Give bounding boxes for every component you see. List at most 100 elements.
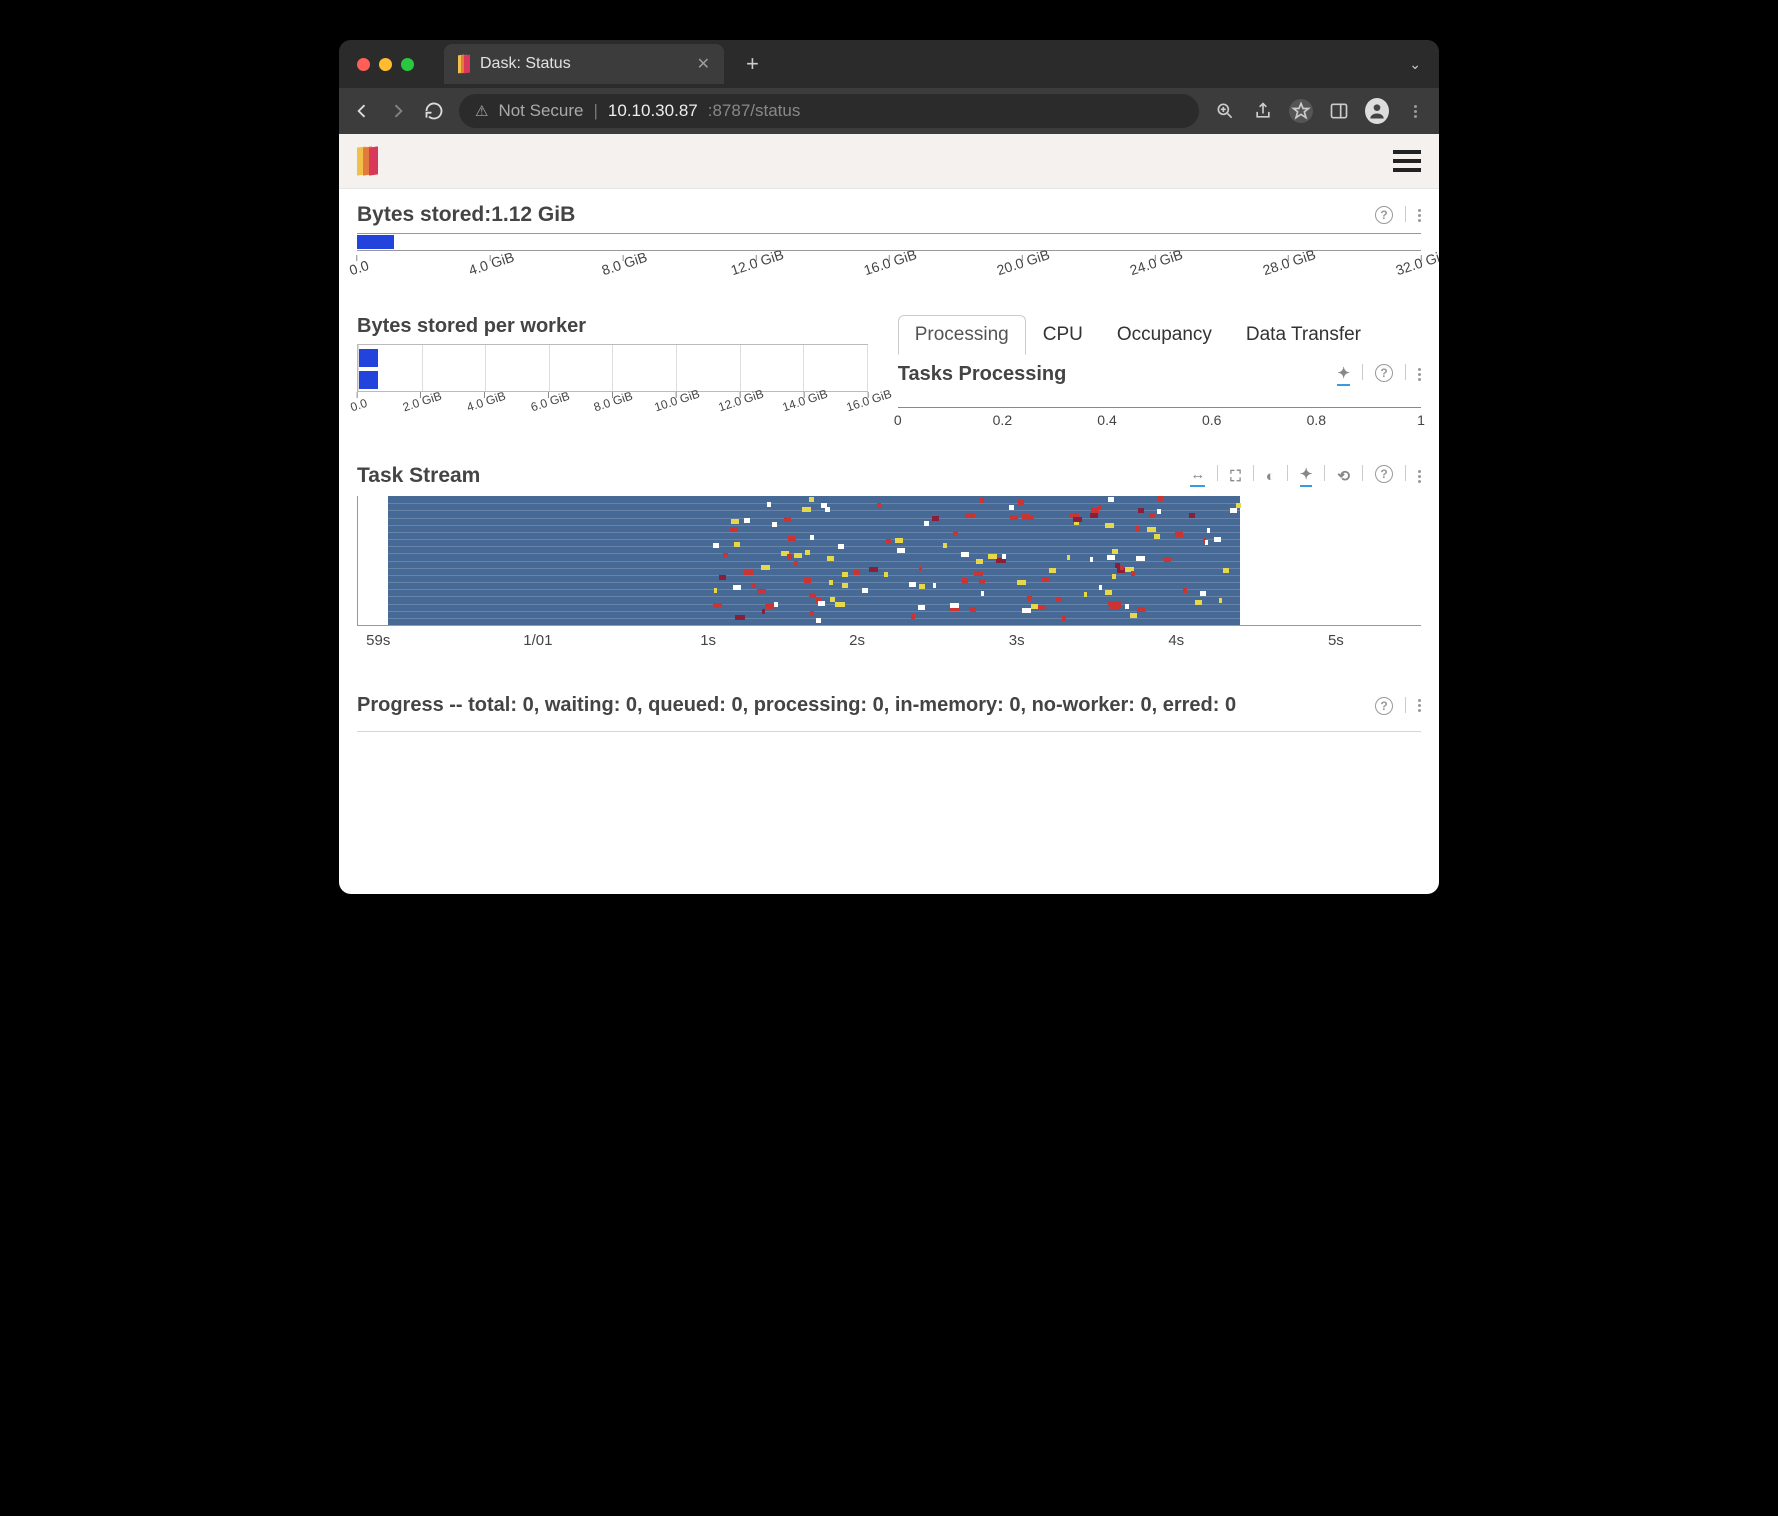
task-event (988, 554, 997, 559)
task-event (751, 583, 756, 588)
plot-menu-icon[interactable] (1418, 697, 1421, 715)
tab-data-transfer[interactable]: Data Transfer (1229, 315, 1378, 355)
task-stream-label: Task Stream (357, 464, 480, 488)
task-event (1067, 555, 1071, 560)
task-event (713, 603, 722, 608)
reset-tool-icon[interactable]: ⟲ (1337, 465, 1350, 487)
task-event (842, 583, 848, 588)
task-event (1027, 515, 1034, 520)
task-event (943, 543, 947, 548)
menu-button[interactable] (1403, 99, 1427, 123)
axis-tick: 1 (1417, 412, 1425, 428)
help-icon[interactable]: ? (1375, 465, 1393, 483)
task-event (1108, 497, 1114, 502)
help-icon[interactable]: ? (1375, 364, 1393, 382)
task-event (1090, 513, 1098, 518)
task-event (1120, 565, 1124, 570)
task-event (1022, 608, 1031, 613)
axis-tick: 6.0 GiB (529, 392, 569, 415)
close-window-button[interactable] (357, 58, 370, 71)
task-event (719, 575, 726, 580)
task-event (733, 585, 741, 590)
task-event (788, 536, 796, 541)
task-event (996, 558, 1006, 563)
share-icon[interactable] (1251, 99, 1275, 123)
tab-title: Dask: Status (480, 55, 571, 73)
app-header (339, 134, 1439, 189)
axis-tick: 2.0 GiB (401, 392, 441, 415)
task-event (1002, 554, 1006, 559)
bytes-per-worker-axis: 0.02.0 GiB4.0 GiB6.0 GiB8.0 GiB10.0 GiB1… (357, 392, 868, 432)
axis-tick: 0.4 (1097, 412, 1116, 428)
dask-logo-icon (458, 55, 470, 73)
axis-tick: 59s (366, 632, 390, 649)
axis-tick: 0.0 (349, 392, 366, 415)
help-icon[interactable]: ? (1375, 697, 1393, 715)
titlebar: Dask: Status ✕ + ⌄ (339, 40, 1439, 88)
task-event (1084, 592, 1087, 597)
security-label: Not Secure (498, 101, 583, 121)
task-event (980, 498, 985, 503)
browser-tab[interactable]: Dask: Status ✕ (444, 44, 724, 84)
tab-processing[interactable]: Processing (898, 315, 1026, 355)
reload-button[interactable] (423, 100, 445, 122)
task-event (794, 553, 802, 558)
task-event (1164, 557, 1172, 562)
tab-occupancy[interactable]: Occupancy (1100, 315, 1229, 355)
tap-tool-icon[interactable]: ✦ (1300, 465, 1313, 487)
url-path: :8787/status (708, 101, 801, 121)
worker-bar (358, 371, 378, 389)
pan-tool-icon[interactable]: ↔ (1190, 465, 1205, 487)
axis-tick: 8.0 GiB (600, 255, 647, 279)
task-event (911, 614, 914, 619)
task-event (838, 544, 844, 549)
task-event (731, 519, 740, 524)
plot-menu-icon[interactable] (1418, 465, 1421, 487)
tap-tool-icon[interactable]: ✦ (1337, 364, 1350, 386)
wheelzoom-tool-icon[interactable]: ◐ (1266, 465, 1275, 487)
forward-button[interactable] (387, 100, 409, 122)
tabs-dropdown-icon[interactable]: ⌄ (1409, 56, 1421, 73)
plot-menu-icon[interactable] (1418, 364, 1421, 386)
processing-tabs: ProcessingCPUOccupancyData Transfer (898, 315, 1421, 355)
axis-tick: 32.0 GiB (1394, 255, 1439, 279)
axis-tick: 12.0 GiB (729, 255, 783, 279)
task-event (979, 579, 984, 584)
task-event (932, 516, 939, 521)
task-event (1230, 508, 1237, 513)
task-event (950, 603, 959, 608)
task-event (1042, 577, 1050, 582)
profile-button[interactable] (1365, 99, 1389, 123)
task-event (744, 570, 753, 575)
task-event (735, 615, 745, 620)
task-event (1189, 513, 1196, 518)
task-event (970, 607, 976, 612)
help-icon[interactable]: ? (1375, 206, 1393, 224)
close-tab-icon[interactable]: ✕ (697, 54, 710, 74)
new-tab-button[interactable]: + (746, 51, 759, 77)
task-event (1147, 527, 1156, 532)
maximize-window-button[interactable] (401, 58, 414, 71)
zoom-icon[interactable] (1213, 99, 1237, 123)
back-button[interactable] (351, 100, 373, 122)
task-stream-chart[interactable] (357, 496, 1421, 626)
task-event (1107, 555, 1116, 560)
axis-tick: 20.0 GiB (995, 255, 1049, 279)
tab-cpu[interactable]: CPU (1026, 315, 1100, 355)
task-event (825, 507, 830, 512)
boxzoom-tool-icon[interactable]: ⛶ (1230, 465, 1241, 487)
task-event (1214, 537, 1221, 542)
plot-menu-icon[interactable] (1418, 206, 1421, 224)
hamburger-menu-button[interactable] (1393, 145, 1421, 177)
bookmark-button[interactable] (1289, 99, 1313, 123)
minimize-window-button[interactable] (379, 58, 392, 71)
task-event (1090, 557, 1093, 562)
bytes-per-worker-title: Bytes stored per worker (357, 315, 868, 338)
task-event (842, 572, 847, 577)
task-event (884, 572, 888, 577)
axis-tick: 16.0 GiB (862, 255, 916, 279)
address-bar[interactable]: ⚠ Not Secure | 10.10.30.87:8787/status (459, 94, 1199, 128)
bytes-stored-fill (357, 235, 394, 249)
task-event (897, 548, 905, 553)
sidepanel-icon[interactable] (1327, 99, 1351, 123)
